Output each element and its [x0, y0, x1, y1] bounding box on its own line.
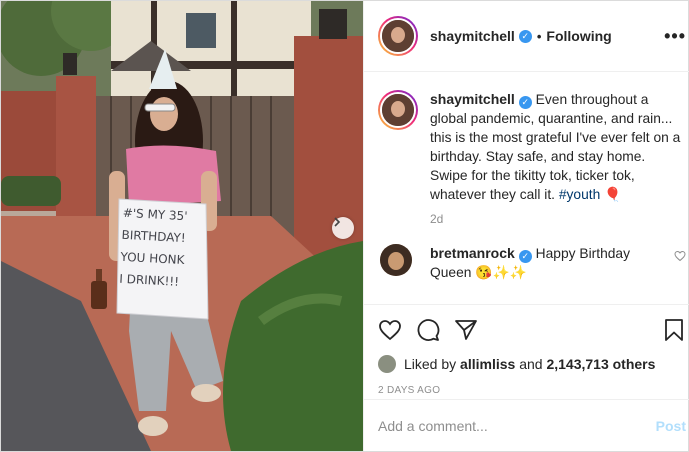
- avatar-portrait-icon: [382, 20, 414, 52]
- balloon-emoji: 🎈: [604, 187, 622, 202]
- post-photo[interactable]: #'S MY 35' BIRTHDAY! YOU HONK I DRINK!!!: [1, 1, 363, 451]
- verified-badge-icon: ✓: [518, 250, 532, 263]
- liker-avatar[interactable]: [378, 355, 396, 373]
- liked-by-prefix: Liked by: [404, 356, 457, 372]
- avatar-portrait-icon: [382, 94, 414, 126]
- verified-badge-icon: ✓: [518, 96, 532, 109]
- separator-dot: •: [536, 28, 542, 44]
- commenter-avatar[interactable]: [380, 244, 412, 276]
- like-heart-icon[interactable]: [378, 318, 402, 342]
- caption-author-avatar[interactable]: [378, 90, 418, 130]
- like-comment-heart-icon[interactable]: [674, 250, 686, 262]
- comment-emoji: 😘✨✨: [475, 265, 527, 280]
- caption-body: Even throughout a global pandemic, quara…: [430, 92, 681, 202]
- post-details-panel: shaymitchell ✓ • Following ••• shaymitch…: [363, 1, 689, 451]
- caption-text: shaymitchell ✓ Even throughout a global p…: [430, 90, 686, 204]
- post-comment-button[interactable]: Post: [656, 418, 686, 434]
- comment: bretmanrock ✓ Happy Birthday Queen 😘✨✨: [364, 226, 689, 282]
- following-button[interactable]: Following: [546, 28, 611, 44]
- hashtag-link[interactable]: #youth: [559, 187, 600, 202]
- add-comment-bar: Post: [364, 399, 689, 451]
- chevron-right-icon: [334, 217, 341, 227]
- author-username[interactable]: shaymitchell: [430, 28, 515, 44]
- post-actions: Liked by allimliss and 2,143,713 others …: [364, 304, 689, 396]
- caption-timestamp[interactable]: 2d: [430, 212, 689, 226]
- comment-bubble-icon[interactable]: [416, 318, 440, 342]
- likes-count[interactable]: 2,143,713 others: [546, 356, 655, 372]
- comment-input[interactable]: [378, 417, 656, 434]
- next-photo-button[interactable]: [332, 217, 354, 239]
- post-header: shaymitchell ✓ • Following •••: [364, 1, 689, 72]
- share-paper-plane-icon[interactable]: [454, 318, 478, 342]
- birthday-sign: #'S MY 35' BIRTHDAY! YOU HONK I DRINK!!!: [119, 202, 209, 294]
- save-bookmark-icon[interactable]: [662, 318, 686, 342]
- caption: shaymitchell ✓ Even throughout a global p…: [364, 72, 689, 204]
- action-icons-row: [378, 315, 686, 345]
- instagram-post: #'S MY 35' BIRTHDAY! YOU HONK I DRINK!!!…: [0, 0, 689, 452]
- likes-summary: Liked by allimliss and 2,143,713 others: [378, 355, 686, 373]
- more-options-icon[interactable]: •••: [664, 26, 686, 47]
- post-date[interactable]: 2 DAYS AGO: [378, 385, 686, 396]
- liked-by-user[interactable]: allimliss: [460, 356, 515, 372]
- author-avatar[interactable]: [378, 16, 418, 56]
- liked-by-and: and: [519, 356, 543, 372]
- commenter-username[interactable]: bretmanrock: [430, 245, 515, 261]
- verified-badge-icon: ✓: [518, 29, 532, 43]
- caption-username[interactable]: shaymitchell: [430, 91, 515, 107]
- avatar-portrait-icon: [380, 244, 412, 276]
- sign-line: I DRINK!!!: [118, 271, 180, 289]
- comment-text: bretmanrock ✓ Happy Birthday Queen 😘✨✨: [430, 244, 650, 282]
